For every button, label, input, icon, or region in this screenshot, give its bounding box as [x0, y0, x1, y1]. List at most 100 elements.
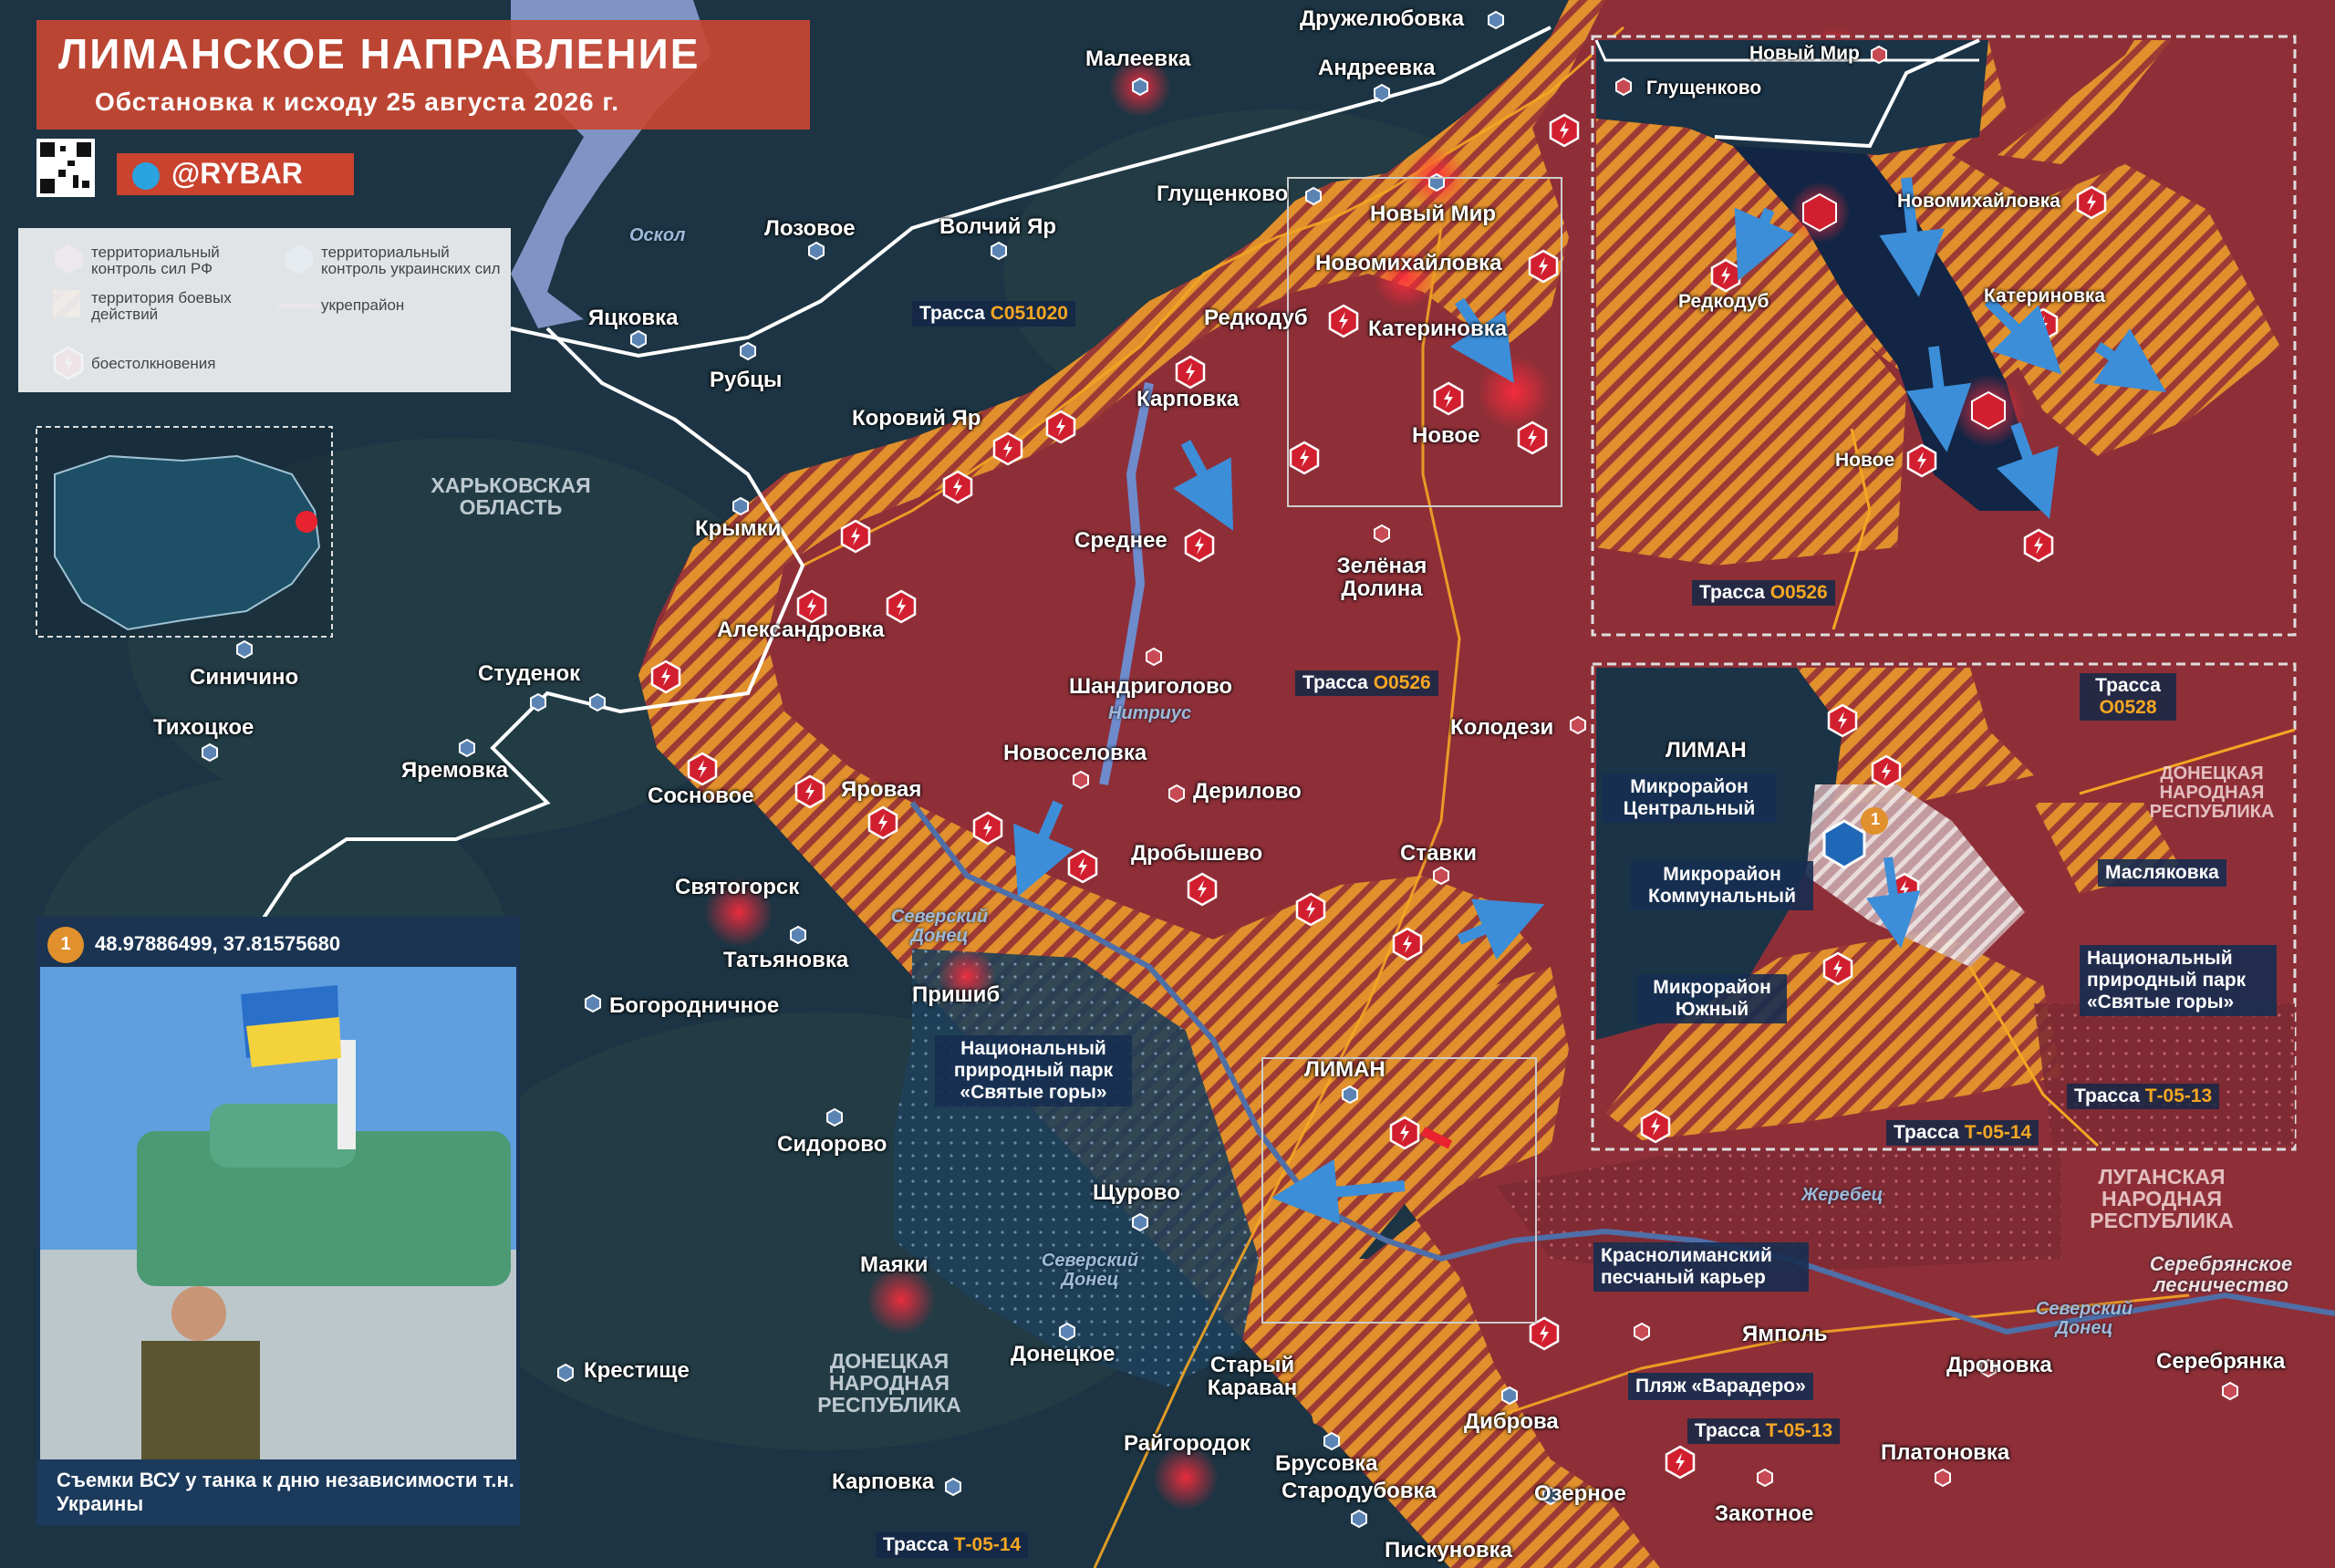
inset-liman-marker-number: 1	[1870, 810, 1880, 828]
inset-north-road-o0526: Трасса О0526	[1692, 580, 1835, 606]
inset-liman-mr-communal: Микрорайон Коммунальный	[1631, 861, 1813, 911]
place-sosnovoe: Сосновое	[648, 784, 754, 808]
legend-clashes: боестолкновения	[91, 355, 216, 372]
telegram-icon	[132, 162, 160, 190]
place-ozernoe: Озерное	[1534, 1481, 1626, 1506]
map-subtitle: Обстановка к исходу 25 августа 2026 г.	[95, 88, 620, 116]
place-karpovka-south: Карповка	[832, 1469, 935, 1494]
place-sinichino: Синичино	[190, 665, 299, 690]
road-o0526: Трасса О0526	[1295, 670, 1438, 696]
place-serebryanskoe-forestry: Серебрянское лесничество	[2149, 1252, 2293, 1297]
inset-liman-mr-central: Микрорайон Центральный	[1602, 774, 1777, 824]
place-shandrigolovo: Шандриголово	[1069, 674, 1233, 699]
place-dibrova: Диброва	[1464, 1409, 1559, 1434]
place-dronovka: Дроновка	[1946, 1353, 2052, 1377]
place-novyi-mir: Новый Мир	[1370, 202, 1497, 226]
brand-handle: @RYBAR	[171, 157, 303, 190]
place-lozovoe: Лозовое	[764, 216, 856, 241]
place-staryi-karavan: Старый Караван	[1207, 1353, 1298, 1401]
place-korovii-yar: Коровий Яр	[852, 406, 981, 431]
inset-north-redkodub: Редкодуб	[1678, 291, 1769, 312]
place-svyatogorsk: Святогорск	[675, 875, 800, 899]
river-zherebets: Жеребец	[1801, 1185, 1884, 1205]
legend-ua-control: территориальный контроль украинских сил	[321, 244, 501, 277]
place-drobyshevo: Дробышево	[1131, 841, 1263, 866]
place-kolodezi: Колодези	[1450, 715, 1554, 740]
place-rubtsy: Рубцы	[710, 368, 783, 392]
place-druzhelyubovka: Дружелюбовка	[1300, 6, 1465, 31]
inset-liman-maslyakovka: Масляковка	[2098, 859, 2226, 888]
inset-liman-national-park: Национальный природный парк «Святые горы…	[2080, 945, 2277, 1017]
map-title: ЛИМАНСКОЕ НАПРАВЛЕНИЕ	[58, 30, 700, 78]
place-volchii-yar: Волчий Яр	[939, 214, 1057, 239]
legend-fortified: укрепрайон	[321, 296, 405, 314]
place-zakotnoe: Закотное	[1715, 1501, 1814, 1526]
place-shchurovo: Щурово	[1093, 1180, 1180, 1205]
place-redkodub: Редкодуб	[1204, 306, 1308, 330]
river-nitrius: Нитриус	[1108, 703, 1192, 723]
place-yarovaya: Яровая	[841, 777, 922, 802]
photo-coordinates: 48.97886499, 37.81575680	[95, 932, 341, 955]
place-novoe: Новое	[1412, 423, 1480, 448]
place-mayaki: Маяки	[860, 1252, 929, 1277]
place-krymki: Крымки	[695, 516, 782, 541]
region-donetsk-inset: ДОНЕЦКАЯ НАРОДНАЯ РЕСПУБЛИКА	[2149, 763, 2275, 822]
road-t0514: Трасса Т-05-14	[876, 1532, 1029, 1558]
inset-liman-road-t0513: Трасса Т-05-13	[2067, 1084, 2220, 1109]
place-karpovka: Карповка	[1136, 387, 1240, 411]
place-yaremovka: Яремовка	[401, 758, 509, 783]
place-stavki: Ставки	[1400, 841, 1477, 866]
qr-code	[36, 139, 95, 197]
tag-varadero-beach: Пляж «Варадеро»	[1628, 1373, 1813, 1401]
north-inset	[1591, 35, 2297, 637]
river-donets-1: Северский Донец	[890, 907, 989, 946]
river-donets-2: Северский Донец	[1041, 1251, 1139, 1290]
place-zelenaya-dolina: Зелёная Долина	[1336, 554, 1427, 602]
region-luhansk: ЛУГАНСКАЯ НАРОДНАЯ РЕСПУБЛИКА	[2090, 1165, 2234, 1233]
place-aleksandrovka: Александровка	[717, 618, 885, 642]
place-serebryanka: Серебрянка	[2156, 1349, 2286, 1374]
place-donetskoe: Донецкое	[1011, 1342, 1116, 1366]
place-tatyanovka: Татьяновка	[723, 948, 849, 972]
legend-ru-control: территориальный контроль сил РФ	[91, 244, 220, 277]
inset-north-novoe: Новое	[1835, 450, 1895, 471]
place-pryshib: Пришиб	[912, 982, 1001, 1007]
place-studenok: Студенок	[478, 661, 581, 686]
place-andreevka: Андреевка	[1318, 56, 1436, 80]
river-oskol: Оскол	[629, 225, 686, 245]
place-krestishche: Крестище	[584, 1358, 690, 1383]
inset-liman-mr-south: Микрорайон Южный	[1637, 974, 1787, 1024]
place-tikhotskoe: Тихоцкое	[153, 715, 254, 740]
place-novomikhailovka: Новомихайловка	[1315, 251, 1502, 275]
place-pyskunovka: Пискуновка	[1385, 1538, 1512, 1563]
photo-card	[36, 917, 520, 1526]
place-katerinovka: Катериновка	[1368, 317, 1508, 341]
place-starodubovka: Стародубовка	[1282, 1479, 1437, 1503]
photo-marker-number: 1	[60, 934, 71, 954]
place-derilovo: Дерилово	[1193, 779, 1302, 804]
inset-north-novyi-mir: Новый Мир	[1749, 43, 1860, 64]
road-t0513: Трасса Т-05-13	[1687, 1418, 1841, 1444]
inset-north-glushchenkovo: Глущенково	[1646, 78, 1762, 99]
place-raigorodok: Райгородок	[1124, 1431, 1251, 1456]
place-yatskovka: Яцковка	[588, 306, 679, 330]
place-brusovka: Брусовка	[1275, 1451, 1378, 1476]
inset-north-novomikhailovka: Новомихайловка	[1897, 191, 2060, 212]
inset-liman-city: ЛИМАН	[1666, 738, 1747, 763]
tag-quarry: Краснолиманский песчаный карьер	[1593, 1242, 1809, 1293]
place-yampol: Ямполь	[1742, 1322, 1828, 1346]
inset-liman-road-t0514: Трасса Т-05-14	[1886, 1120, 2039, 1146]
inset-north-katerinovka: Катериновка	[1984, 286, 2106, 306]
ukraine-inset-map	[36, 426, 333, 638]
place-sidorovo: Сидорово	[777, 1132, 887, 1157]
legend-combat-zone: территория боевых действий	[91, 289, 232, 323]
inset-liman-road-o0528: Трасса О0528	[2080, 673, 2176, 721]
place-novoselovka: Новоселовка	[1003, 741, 1147, 765]
place-liman: ЛИМАН	[1304, 1057, 1385, 1082]
place-platonovka: Платоновка	[1881, 1440, 2010, 1465]
place-srednee: Среднее	[1074, 528, 1168, 553]
road-c051020: Трасса С051020	[912, 301, 1075, 327]
photo-caption: Съемки ВСУ у танка к дню независимости т…	[57, 1469, 514, 1516]
tag-national-park: Национальный природный парк «Святые горы…	[935, 1035, 1132, 1107]
place-bogorodichnoe: Богородничное	[609, 993, 780, 1018]
